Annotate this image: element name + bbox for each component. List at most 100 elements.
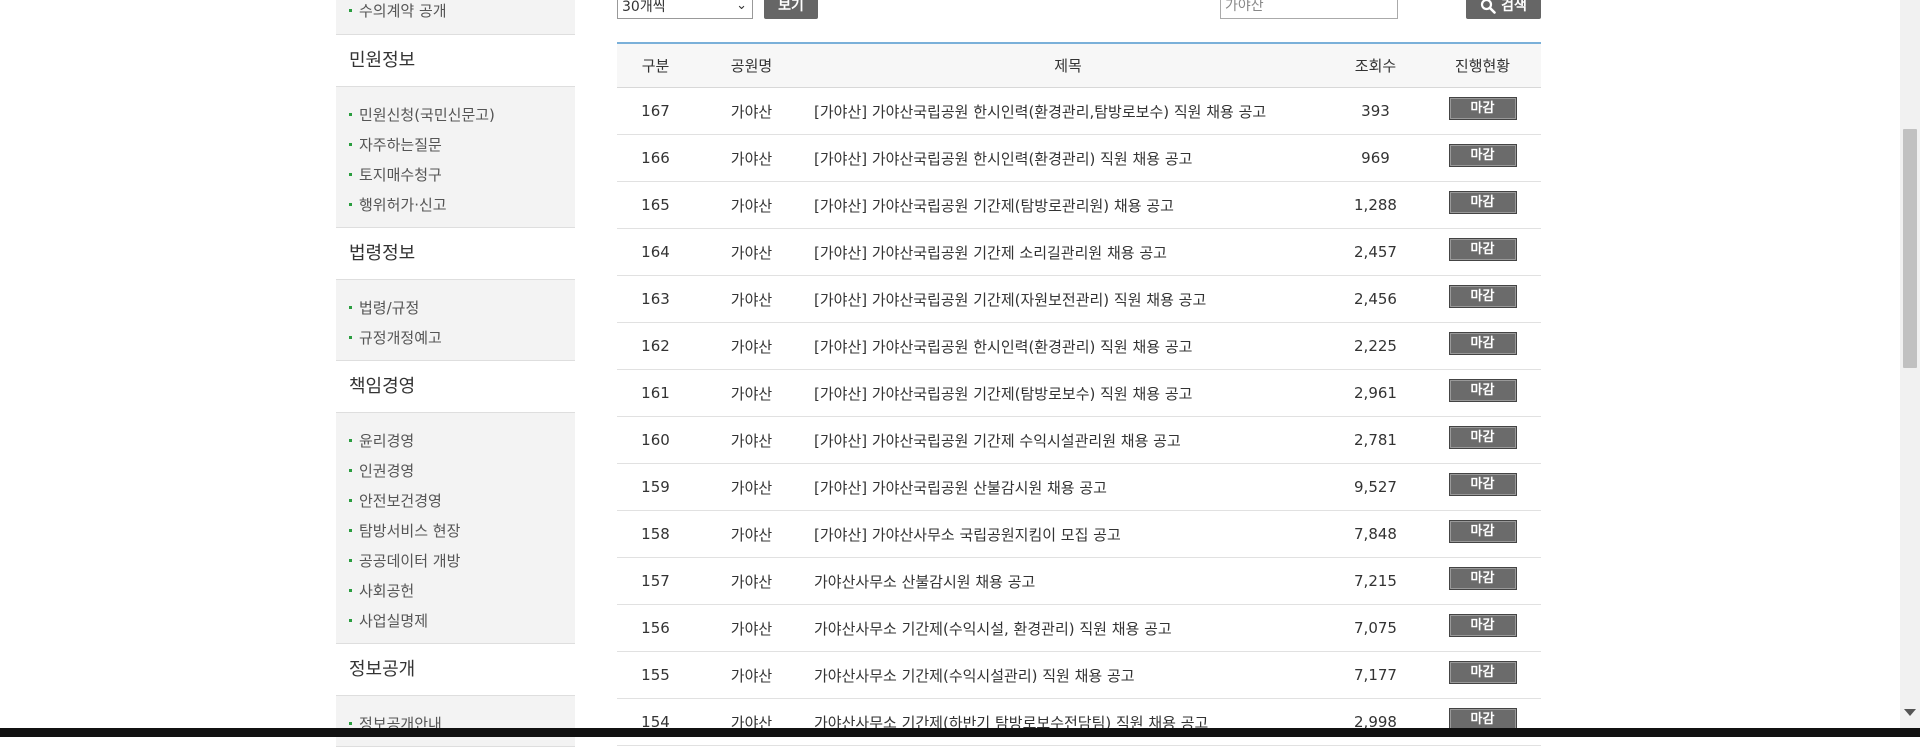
sidebar-group-title-management[interactable]: 책임경영 bbox=[336, 361, 575, 413]
row-view-count: 2,961 bbox=[1327, 369, 1424, 417]
sidebar-item-land-purchase[interactable]: 토지매수청구 bbox=[336, 159, 575, 189]
page-scrollbar[interactable] bbox=[1900, 0, 1920, 728]
row-title-link[interactable]: [가야산] 가야산국립공원 기간제 소리길관리원 채용 공고 bbox=[809, 228, 1327, 276]
status-badge: 마감 bbox=[1448, 97, 1517, 120]
sidebar-item-regulations[interactable]: 법령/규정 bbox=[336, 292, 575, 322]
table-row[interactable]: 163 가야산 [가야산] 가야산국립공원 기간제(자원보전관리) 직원 채용 공고… bbox=[617, 275, 1541, 323]
sidebar-item-human-rights[interactable]: 인권경영 bbox=[336, 455, 575, 485]
status-badge: 마감 bbox=[1448, 567, 1517, 590]
sidebar-group-title-law[interactable]: 법령정보 bbox=[336, 228, 575, 280]
row-number: 163 bbox=[617, 275, 694, 323]
recruitment-table: 구분 공원명 제목 조회수 진행현황 167 가야산 [가야산] 가야산국립공원 한… bbox=[617, 42, 1541, 746]
row-status-cell: 마감 bbox=[1424, 181, 1541, 229]
table-row[interactable]: 164 가야산 [가야산] 가야산국립공원 기간제 소리길관리원 채용 공고 2,45… bbox=[617, 228, 1541, 276]
row-title-link[interactable]: 가야산사무소 기간제(수익시설관리) 직원 채용 공고 bbox=[809, 651, 1327, 699]
table-row[interactable]: 162 가야산 [가야산] 가야산국립공원 한시인력(환경관리) 직원 채용 공고 2… bbox=[617, 322, 1541, 370]
row-number: 159 bbox=[617, 463, 694, 511]
row-title-link[interactable]: [가야산] 가야산사무소 국립공원지킴이 모집 공고 bbox=[809, 510, 1327, 558]
row-title-link[interactable]: [가야산] 가야산국립공원 기간제 수익시설관리원 채용 공고 bbox=[809, 416, 1327, 464]
row-park-name: 가야산 bbox=[694, 651, 809, 699]
row-number: 156 bbox=[617, 604, 694, 652]
row-view-count: 2,998 bbox=[1327, 698, 1424, 746]
row-status-cell: 마감 bbox=[1424, 134, 1541, 182]
col-header-status: 진행현황 bbox=[1424, 43, 1541, 88]
sidebar-item-regulation-notice[interactable]: 규정개정예고 bbox=[336, 322, 575, 352]
sidebar-item-social-contribution[interactable]: 사회공헌 bbox=[336, 575, 575, 605]
table-row[interactable]: 158 가야산 [가야산] 가야산사무소 국립공원지킴이 모집 공고 7,848 마감 bbox=[617, 510, 1541, 558]
row-title-link[interactable]: [가야산] 가야산국립공원 한시인력(환경관리) 직원 채용 공고 bbox=[809, 134, 1327, 182]
row-park-name: 가야산 bbox=[694, 463, 809, 511]
row-status-cell: 마감 bbox=[1424, 463, 1541, 511]
table-row[interactable]: 155 가야산 가야산사무소 기간제(수익시설관리) 직원 채용 공고 7,177 마감 bbox=[617, 651, 1541, 699]
row-title-link[interactable]: [가야산] 가야산국립공원 기간제(탐방로관리원) 채용 공고 bbox=[809, 181, 1327, 229]
sidebar-item-contract-disclosure[interactable]: 수의계약 공개 bbox=[336, 0, 575, 20]
row-title-link[interactable]: [가야산] 가야산국립공원 산불감시원 채용 공고 bbox=[809, 463, 1327, 511]
row-title-link[interactable]: [가야산] 가야산국립공원 기간제(자원보전관리) 직원 채용 공고 bbox=[809, 275, 1327, 323]
row-number: 160 bbox=[617, 416, 694, 464]
table-row[interactable]: 167 가야산 [가야산] 가야산국립공원 한시인력(환경관리,탐방로보수) 직원 … bbox=[617, 87, 1541, 135]
row-view-count: 7,848 bbox=[1327, 510, 1424, 558]
status-badge: 마감 bbox=[1448, 426, 1517, 449]
scrollbar-thumb[interactable] bbox=[1903, 129, 1917, 368]
sidebar-item-visitor-service[interactable]: 탐방서비스 현장 bbox=[336, 515, 575, 545]
table-row[interactable]: 157 가야산 가야산사무소 산불감시원 채용 공고 7,215 마감 bbox=[617, 557, 1541, 605]
bullet-icon bbox=[349, 172, 352, 176]
sidebar-item-label: 사회공헌 bbox=[359, 581, 415, 600]
bullet-icon bbox=[349, 498, 352, 502]
sidebar-group-management: 윤리경영 인권경영 안전보건경영 탐방서비스 현장 공공데이터 개방 사회공헌 … bbox=[336, 413, 575, 644]
row-title-link[interactable]: 가야산사무소 기간제(하반기 탐방로보수전담팀) 직원 채용 공고 bbox=[809, 698, 1327, 746]
row-park-name: 가야산 bbox=[694, 181, 809, 229]
row-title-link[interactable]: 가야산사무소 기간제(수익시설, 환경관리) 직원 채용 공고 bbox=[809, 604, 1327, 652]
search-button[interactable]: 검색 bbox=[1466, 0, 1541, 19]
table-row[interactable]: 154 가야산 가야산사무소 기간제(하반기 탐방로보수전담팀) 직원 채용 공고 2… bbox=[617, 698, 1541, 746]
search-input[interactable]: 가야산 bbox=[1220, 0, 1398, 19]
row-number: 165 bbox=[617, 181, 694, 229]
sidebar-item-label: 토지매수청구 bbox=[359, 165, 442, 184]
sidebar-item-open-data[interactable]: 공공데이터 개방 bbox=[336, 545, 575, 575]
table-row[interactable]: 161 가야산 [가야산] 가야산국립공원 기간제(탐방로보수) 직원 채용 공고 2… bbox=[617, 369, 1541, 417]
row-title-link[interactable]: [가야산] 가야산국립공원 한시인력(환경관리,탐방로보수) 직원 채용 공고 bbox=[809, 87, 1327, 135]
sidebar-item-label: 자주하는질문 bbox=[359, 135, 442, 154]
sidebar-item-label: 탐방서비스 현장 bbox=[359, 521, 461, 540]
bullet-icon bbox=[349, 305, 352, 309]
row-park-name: 가야산 bbox=[694, 275, 809, 323]
sidebar-item-label: 윤리경영 bbox=[359, 431, 415, 450]
row-view-count: 7,215 bbox=[1327, 557, 1424, 605]
status-badge: 마감 bbox=[1448, 614, 1517, 637]
table-row[interactable]: 166 가야산 [가야산] 가야산국립공원 한시인력(환경관리) 직원 채용 공고 9… bbox=[617, 134, 1541, 182]
sidebar-item-label: 사업실명제 bbox=[359, 611, 429, 630]
bullet-icon bbox=[349, 721, 352, 725]
chevron-down-icon: ⌄ bbox=[736, 0, 747, 13]
sidebar-item-safety[interactable]: 안전보건경영 bbox=[336, 485, 575, 515]
table-row[interactable]: 160 가야산 [가야산] 가야산국립공원 기간제 수익시설관리원 채용 공고 2,7… bbox=[617, 416, 1541, 464]
row-title-link[interactable]: [가야산] 가야산국립공원 기간제(탐방로보수) 직원 채용 공고 bbox=[809, 369, 1327, 417]
page-size-select[interactable]: 30개씩 ⌄ bbox=[617, 0, 753, 19]
sidebar-item-label: 수의계약 공개 bbox=[359, 1, 447, 20]
table-row[interactable]: 159 가야산 [가야산] 가야산국립공원 산불감시원 채용 공고 9,527 마감 bbox=[617, 463, 1541, 511]
row-view-count: 9,527 bbox=[1327, 463, 1424, 511]
table-row[interactable]: 165 가야산 [가야산] 가야산국립공원 기간제(탐방로관리원) 채용 공고 1,2… bbox=[617, 181, 1541, 229]
table-row[interactable]: 156 가야산 가야산사무소 기간제(수익시설, 환경관리) 직원 채용 공고 7,0… bbox=[617, 604, 1541, 652]
row-view-count: 2,457 bbox=[1327, 228, 1424, 276]
sidebar-item-project-name[interactable]: 사업실명제 bbox=[336, 605, 575, 635]
row-status-cell: 마감 bbox=[1424, 416, 1541, 464]
sidebar-item-ethics[interactable]: 윤리경영 bbox=[336, 425, 575, 455]
table-header-row: 구분 공원명 제목 조회수 진행현황 bbox=[617, 43, 1541, 88]
row-number: 161 bbox=[617, 369, 694, 417]
row-view-count: 2,781 bbox=[1327, 416, 1424, 464]
row-title-link[interactable]: 가야산사무소 산불감시원 채용 공고 bbox=[809, 557, 1327, 605]
view-button[interactable]: 보기 bbox=[764, 0, 818, 19]
row-status-cell: 마감 bbox=[1424, 557, 1541, 605]
sidebar-item-label: 인권경영 bbox=[359, 461, 415, 480]
sidebar-item-label: 민원신청(국민신문고) bbox=[359, 105, 495, 124]
row-number: 167 bbox=[617, 87, 694, 135]
row-title-link[interactable]: [가야산] 가야산국립공원 한시인력(환경관리) 직원 채용 공고 bbox=[809, 322, 1327, 370]
scroll-down-arrow-icon[interactable] bbox=[1904, 709, 1916, 716]
sidebar-item-permit-report[interactable]: 행위허가·신고 bbox=[336, 189, 575, 219]
sidebar-item-civil-request[interactable]: 민원신청(국민신문고) bbox=[336, 99, 575, 129]
sidebar-group-title-info[interactable]: 정보공개 bbox=[336, 644, 575, 696]
sidebar-group-info: 정보공개안내 bbox=[336, 696, 575, 747]
sidebar-item-label: 규정개정예고 bbox=[359, 328, 442, 347]
sidebar-item-faq[interactable]: 자주하는질문 bbox=[336, 129, 575, 159]
sidebar-group-title-civil[interactable]: 민원정보 bbox=[336, 35, 575, 87]
